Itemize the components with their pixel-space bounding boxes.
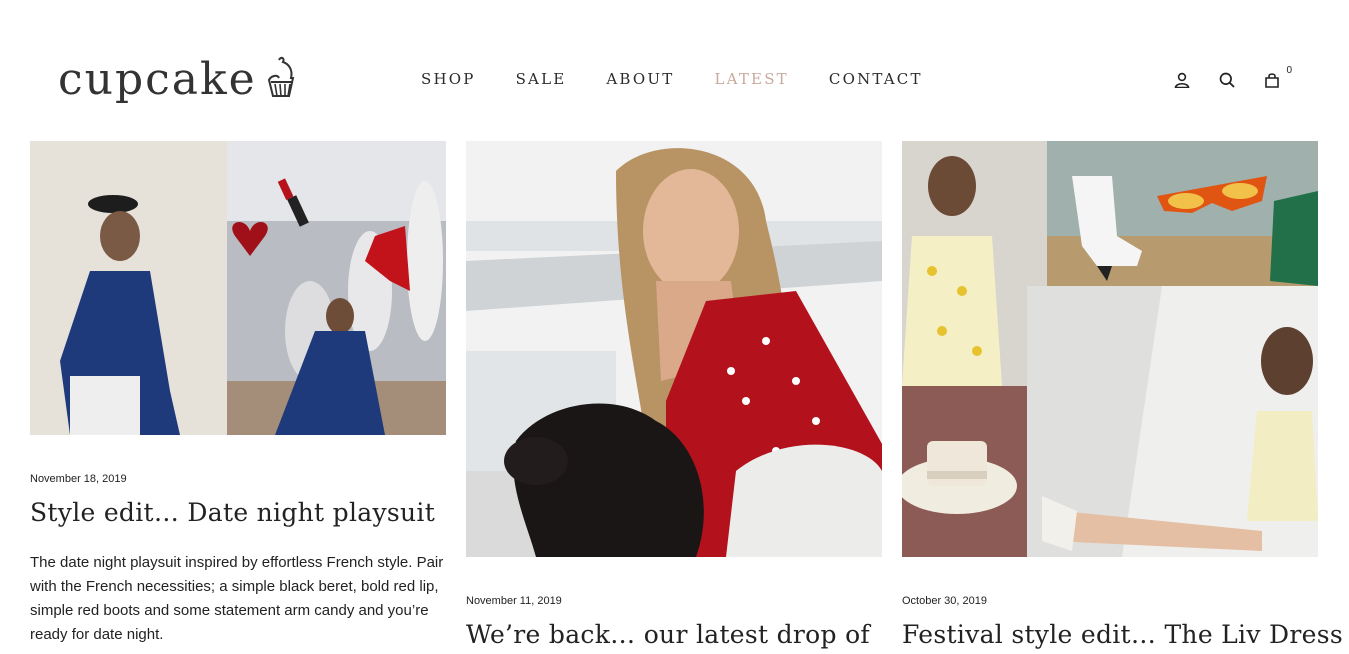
post-card: November 18, 2019 Style edit… Date night…: [30, 141, 446, 643]
logo-text: cupcake: [58, 54, 257, 105]
post-card: October 30, 2019 Festival style edit… Th…: [902, 141, 1343, 649]
post-image[interactable]: [902, 141, 1318, 557]
cupcake-icon: [267, 56, 297, 105]
main-nav: SHOP SALE ABOUT LATEST CONTACT: [421, 70, 963, 88]
search-icon[interactable]: [1217, 70, 1237, 90]
post-image[interactable]: [30, 141, 446, 435]
logo[interactable]: cupcake: [58, 52, 338, 108]
user-icon[interactable]: [1172, 70, 1192, 90]
post-title[interactable]: Festival style edit… The Liv Dress: [902, 620, 1343, 649]
post-card: November 11, 2019 We’re back… our latest…: [466, 141, 882, 649]
nav-contact[interactable]: CONTACT: [829, 70, 923, 88]
nav-latest[interactable]: LATEST: [714, 70, 788, 88]
post-title[interactable]: We’re back… our latest drop of: [466, 620, 870, 649]
post-title[interactable]: Style edit… Date night playsuit: [30, 498, 435, 527]
post-excerpt: The date night playsuit inspired by effo…: [30, 554, 444, 643]
post-image[interactable]: [466, 141, 882, 557]
cart-count: 0: [1286, 65, 1292, 76]
post-date: October 30, 2019: [902, 595, 988, 607]
nav-about[interactable]: ABOUT: [606, 70, 674, 88]
nav-shop[interactable]: SHOP: [421, 70, 476, 88]
post-date: November 18, 2019: [30, 473, 127, 485]
post-date: November 11, 2019: [466, 595, 562, 607]
header-icons: 0: [1172, 65, 1292, 90]
bag-icon[interactable]: 0: [1262, 65, 1292, 90]
nav-sale[interactable]: SALE: [516, 70, 567, 88]
